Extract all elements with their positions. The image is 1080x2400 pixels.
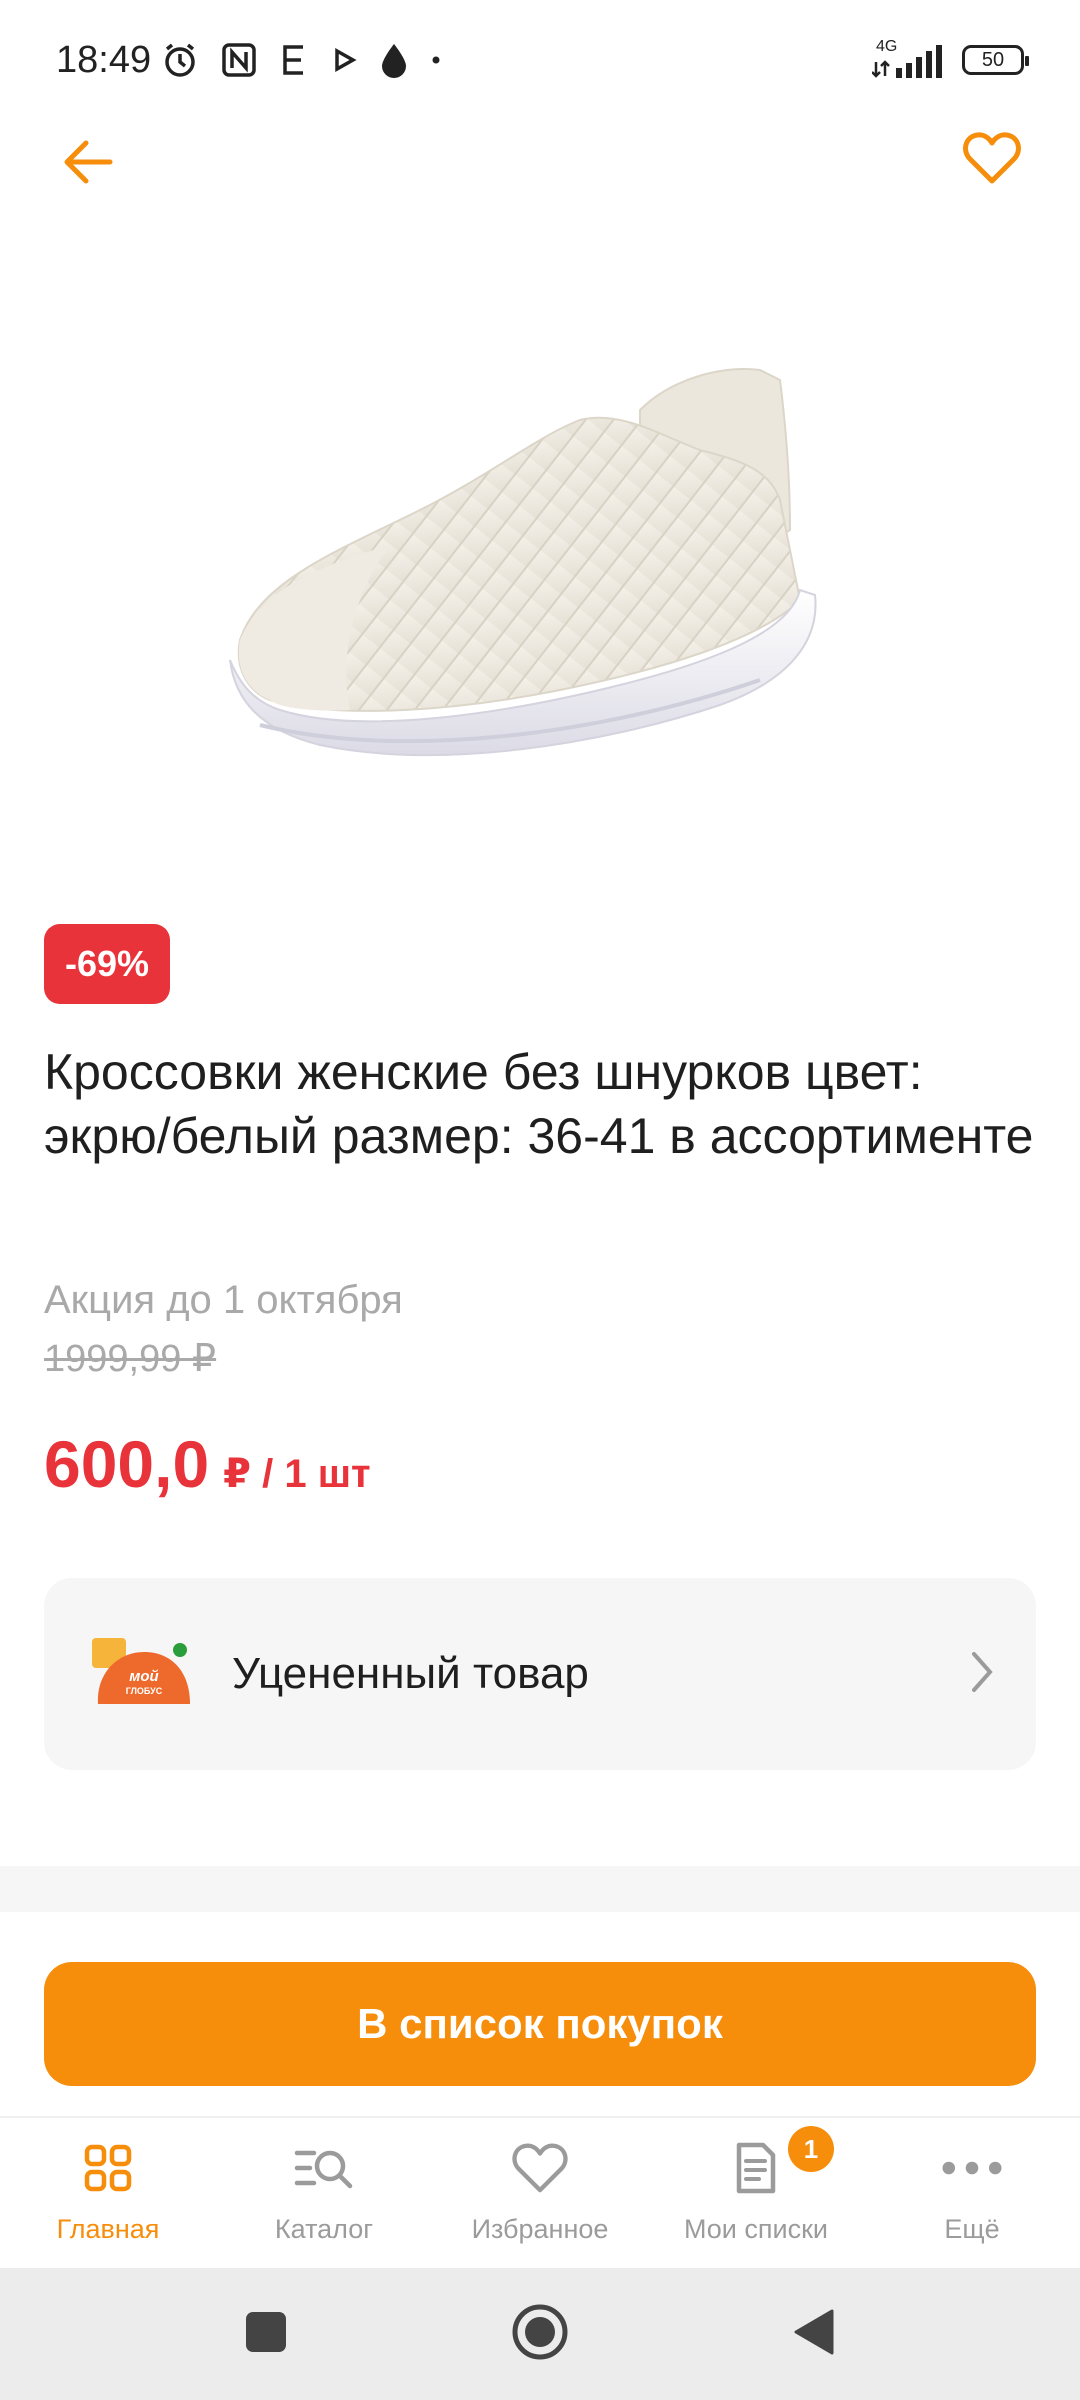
home-button[interactable] <box>508 2302 572 2366</box>
promo-text: Акция до 1 октября <box>44 1278 403 1322</box>
nav-item-home[interactable]: Главная <box>0 2118 216 2268</box>
nav-label-home: Главная <box>56 2214 160 2244</box>
catalog-search-icon <box>294 2138 354 2198</box>
nav-item-favorites[interactable]: Избранное <box>432 2118 648 2268</box>
status-icons <box>161 41 441 79</box>
add-to-shopping-list-button[interactable]: В список покупок <box>44 1962 1036 2086</box>
back-button[interactable] <box>56 132 120 196</box>
status-time: 18:49 <box>56 38 152 81</box>
system-back-button[interactable] <box>782 2302 846 2366</box>
section-divider <box>0 1866 1080 1912</box>
product-image[interactable] <box>200 340 880 800</box>
favorite-button[interactable] <box>960 128 1024 192</box>
sneaker-image <box>229 368 817 756</box>
triangle-back-icon <box>792 2307 836 2362</box>
home-grid-icon <box>78 2138 138 2198</box>
nav-item-more[interactable]: Ещё <box>864 2118 1080 2268</box>
system-navigation-bar <box>0 2268 1080 2400</box>
drop-icon <box>379 42 409 78</box>
alarm-icon <box>161 41 199 79</box>
recents-button[interactable] <box>234 2302 298 2366</box>
signal-icon: 4G <box>872 38 946 80</box>
top-bar <box>0 120 1080 200</box>
price-unit: ₽ / 1 шт <box>223 1452 371 1496</box>
heart-icon <box>510 2138 570 2198</box>
square-icon <box>244 2310 288 2359</box>
nav-label-more: Ещё <box>944 2214 1000 2244</box>
nav-item-catalog[interactable]: Каталог <box>216 2118 432 2268</box>
more-dots-icon <box>942 2138 1002 2198</box>
nav-label-favorites: Избранное <box>471 2214 609 2244</box>
battery-indicator: 50 <box>962 45 1029 75</box>
nav-label-my-lists: Мои списки <box>684 2214 828 2244</box>
dot-icon <box>431 55 441 65</box>
status-right: 4G 50 <box>872 38 1029 80</box>
play-icon <box>331 47 357 73</box>
product-screen: 18:49 4G 50 -69% Кроссовки женские без ш… <box>0 0 1080 2400</box>
svg-text:ГЛОБУС: ГЛОБУС <box>126 1686 163 1696</box>
circle-home-icon <box>511 2303 569 2366</box>
markdown-product-card[interactable]: мой ГЛОБУС Уцененный товар <box>44 1578 1036 1770</box>
status-bar: 18:49 4G 50 <box>0 0 1080 120</box>
discount-badge: -69% <box>44 924 170 1004</box>
heart-outline-icon <box>963 131 1021 190</box>
nav-label-catalog: Каталог <box>274 2214 374 2244</box>
svg-text:мой: мой <box>129 1668 158 1685</box>
e-app-icon <box>279 43 309 77</box>
price-row: 600,0 ₽ / 1 шт <box>44 1426 371 1502</box>
product-title: Кроссовки женские без шнурков цвет: экрю… <box>44 1044 1034 1164</box>
chevron-right-icon <box>968 1648 996 1701</box>
nav-item-my-lists[interactable]: Мои списки 1 <box>648 2118 864 2268</box>
old-price: 1999,99 ₽ <box>44 1338 217 1380</box>
lists-count-badge: 1 <box>788 2126 834 2172</box>
list-icon <box>726 2138 786 2198</box>
arrow-left-icon <box>62 139 114 190</box>
bottom-navigation: Главная Каталог Избранное Мои списки 1 Е… <box>0 2116 1080 2268</box>
moy-globus-logo-icon: мой ГЛОБУС <box>92 1634 192 1714</box>
markdown-label: Уцененный товар <box>232 1649 589 1698</box>
nfc-icon <box>221 42 257 78</box>
current-price: 600,0 <box>44 1427 210 1501</box>
